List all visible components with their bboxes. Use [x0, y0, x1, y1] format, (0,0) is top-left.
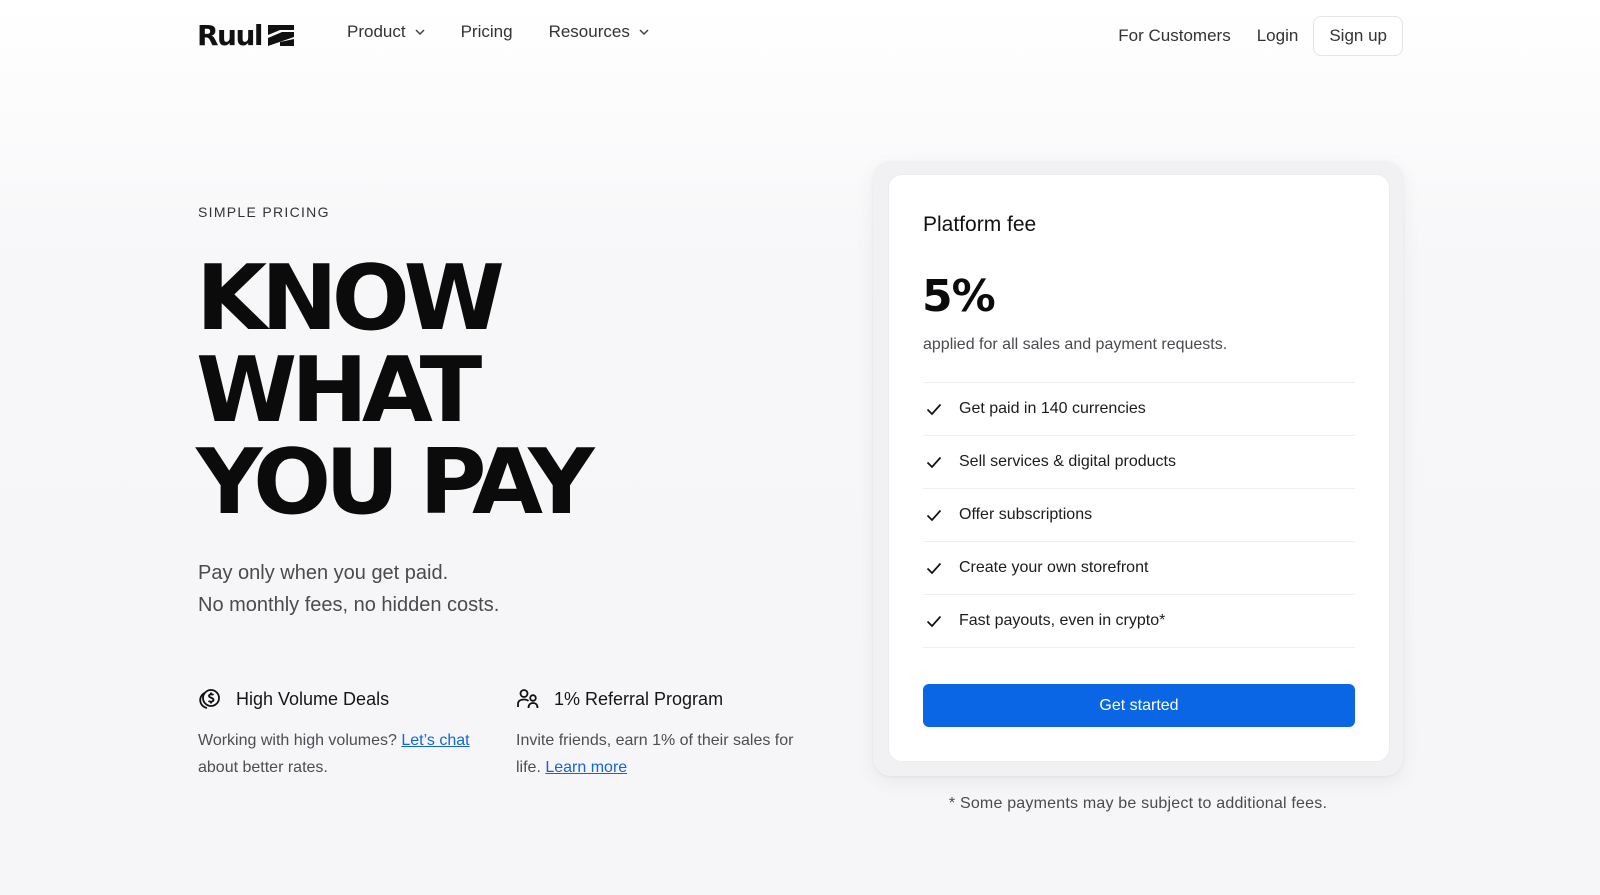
chevron-down-icon	[639, 29, 649, 35]
headline-line-1: KNOW	[196, 246, 505, 351]
signup-button[interactable]: Sign up	[1313, 16, 1403, 56]
check-icon	[926, 456, 942, 469]
subtitle-line-1: Pay only when you get paid.	[198, 562, 449, 584]
check-icon	[926, 403, 942, 416]
feature-referral: 1% Referral Program Invite friends, earn…	[516, 687, 796, 781]
for-customers-link[interactable]: For Customers	[1105, 26, 1243, 46]
nav-product-label: Product	[347, 22, 406, 41]
check-icon	[926, 562, 942, 575]
logo-mark-icon	[268, 25, 295, 46]
feature-text: Working with high volumes? Let’s chat ab…	[198, 727, 488, 781]
feature-text: Invite friends, earn 1% of their sales f…	[516, 727, 796, 781]
list-item-label: Create your own storefront	[959, 559, 1149, 576]
feature-list: Get paid in 140 currencies Sell services…	[923, 382, 1355, 648]
list-item-label: Get paid in 140 currencies	[959, 400, 1146, 417]
learn-more-link[interactable]: Learn more	[545, 759, 627, 776]
nav-resources[interactable]: Resources	[549, 22, 649, 42]
subtitle-line-2: No monthly fees, no hidden costs.	[198, 594, 500, 616]
feature-title: High Volume Deals	[236, 688, 390, 709]
feature-text-before: Working with high volumes?	[198, 732, 397, 749]
headline-line-2: WHAT	[196, 338, 482, 443]
headline-line-3: YOU PAY	[196, 430, 595, 535]
lets-chat-link[interactable]: Let’s chat	[401, 732, 469, 749]
list-item-label: Fast payouts, even in crypto*	[959, 612, 1166, 629]
nav-product[interactable]: Product	[347, 22, 425, 42]
logo-text: Ruul	[197, 18, 264, 52]
fees-footnote: * Some payments may be subject to additi…	[948, 795, 1328, 812]
pricing-card: Platform fee 5% applied for all sales an…	[888, 174, 1390, 762]
list-item-label: Offer subscriptions	[959, 506, 1093, 523]
card-title: Platform fee	[923, 213, 1037, 236]
login-link[interactable]: Login	[1244, 26, 1312, 46]
users-icon	[517, 689, 539, 709]
chevron-down-icon	[415, 29, 425, 35]
check-icon	[926, 509, 942, 522]
top-nav: Ruul Product Pricing Resources For Custo…	[0, 0, 1600, 70]
list-item: Get paid in 140 currencies	[923, 383, 1355, 436]
logo[interactable]: Ruul	[197, 18, 296, 52]
fee-description: applied for all sales and payment reques…	[923, 336, 1228, 353]
eyebrow-label: SIMPLE PRICING	[198, 204, 330, 220]
list-item: Offer subscriptions	[923, 489, 1355, 542]
coins-icon	[199, 689, 220, 709]
nav-pricing[interactable]: Pricing	[461, 22, 513, 42]
get-started-button[interactable]: Get started	[923, 684, 1355, 727]
hero-subtitle: Pay only when you get paid. No monthly f…	[198, 557, 499, 621]
list-item: Fast payouts, even in crypto*	[923, 595, 1355, 648]
list-item-label: Sell services & digital products	[959, 453, 1176, 470]
feature-high-volume: High Volume Deals Working with high volu…	[198, 687, 488, 781]
nav-resources-label: Resources	[548, 22, 630, 41]
list-item: Sell services & digital products	[923, 436, 1355, 489]
feature-title: 1% Referral Program	[554, 688, 724, 709]
list-item: Create your own storefront	[923, 542, 1355, 595]
feature-text-after: about better rates.	[198, 759, 328, 776]
nav-pricing-label: Pricing	[460, 22, 513, 41]
primary-nav: Product Pricing Resources	[347, 22, 649, 42]
page-title: KNOW WHAT YOU PAY	[196, 253, 767, 529]
fee-percentage: 5%	[922, 271, 996, 322]
account-nav: For Customers Login Sign up	[1105, 16, 1403, 56]
check-icon	[926, 615, 942, 628]
